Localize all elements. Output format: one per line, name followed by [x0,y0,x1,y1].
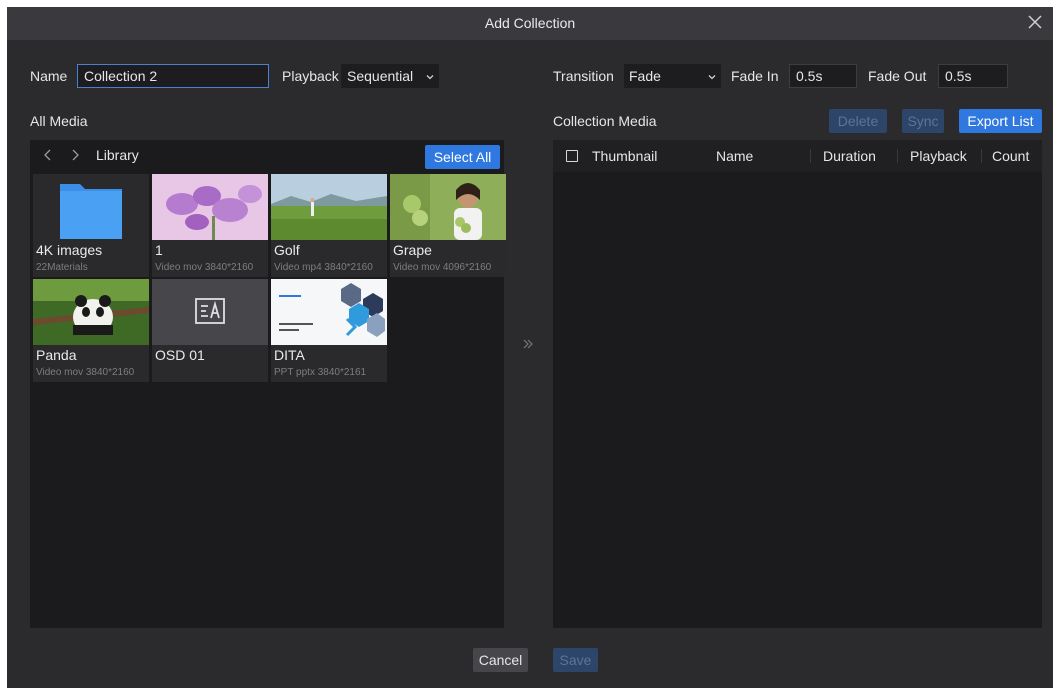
title-bar: Add Collection [7,7,1053,40]
collection-media-panel: Thumbnail Name Duration Playback Count [553,140,1042,628]
sync-button[interactable]: Sync [902,109,944,133]
golf-thumbnail [271,174,387,240]
media-item-name: DITA [274,347,305,363]
column-header-duration[interactable]: Duration [823,148,876,164]
fade-out-input[interactable] [938,64,1008,88]
media-item-name: Panda [36,347,77,363]
transition-select[interactable]: Fade [624,64,721,88]
cancel-button[interactable]: Cancel [473,648,528,672]
library-header: Library Select All [30,140,504,172]
media-item-4k-images[interactable]: 4K images 22Materials [33,174,149,277]
media-item-name: 4K images [36,242,103,258]
grape-thumbnail [390,174,506,240]
close-icon[interactable] [1025,12,1045,32]
select-all-button[interactable]: Select All [425,145,500,169]
flowers-thumbnail [152,174,268,240]
playback-select-value: Sequential [347,68,414,84]
chevron-down-icon [426,75,434,80]
collection-media-heading: Collection Media [553,113,657,129]
playback-select[interactable]: Sequential [341,64,439,88]
media-item-name: 1 [155,242,163,258]
playback-label: Playback [282,68,339,84]
dita-slide-thumbnail [271,279,387,345]
transition-label: Transition [553,68,614,84]
fade-in-input[interactable] [789,64,857,88]
media-item-osd-01[interactable]: OSD 01 [152,279,268,382]
media-item-meta: 22Materials [36,262,88,273]
chevron-down-icon [708,75,716,80]
forward-arrow-icon[interactable] [67,147,83,163]
media-item-grape[interactable]: Grape Video mov 4096*2160 [390,174,506,277]
select-all-checkbox[interactable] [566,150,578,162]
back-arrow-icon[interactable] [40,147,56,163]
media-item-name: Grape [393,242,432,258]
folder-icon [33,174,149,240]
column-header-name[interactable]: Name [716,148,753,164]
all-media-panel: Library Select All 4K images 22Materials [30,140,506,628]
all-media-heading: All Media [30,113,88,129]
name-input[interactable] [77,64,269,88]
collection-table-header: Thumbnail Name Duration Playback Count [553,140,1042,172]
media-item-meta: PPT pptx 3840*2161 [274,367,367,378]
save-button[interactable]: Save [553,648,598,672]
column-divider [981,149,982,163]
delete-button[interactable]: Delete [829,109,887,133]
media-item-meta: Video mov 3840*2160 [36,367,135,378]
column-divider [897,149,898,163]
media-item-dita[interactable]: DITA PPT pptx 3840*2161 [271,279,387,382]
column-header-thumbnail[interactable]: Thumbnail [592,148,657,164]
media-item-meta: Video mp4 3840*2160 [274,262,373,273]
media-item-name: Golf [274,242,300,258]
media-item-1[interactable]: 1 Video mov 3840*2160 [152,174,268,277]
osd-text-icon [152,279,268,345]
column-divider [810,149,811,163]
dialog-title: Add Collection [484,15,576,31]
column-header-count[interactable]: Count [992,148,1029,164]
fade-in-label: Fade In [731,68,779,84]
panda-thumbnail [33,279,149,345]
media-item-name: OSD 01 [155,347,205,363]
fade-out-label: Fade Out [868,68,927,84]
column-header-playback[interactable]: Playback [910,148,967,164]
media-item-golf[interactable]: Golf Video mp4 3840*2160 [271,174,387,277]
export-list-button[interactable]: Export List [959,109,1042,133]
media-item-meta: Video mov 4096*2160 [393,262,492,273]
add-to-collection-icon[interactable] [521,337,535,351]
transition-select-value: Fade [629,68,661,84]
name-label: Name [30,68,68,84]
media-item-panda[interactable]: Panda Video mov 3840*2160 [33,279,149,382]
media-item-meta: Video mov 3840*2160 [155,262,254,273]
breadcrumb-library[interactable]: Library [96,147,139,163]
add-collection-dialog: Add Collection Name Playback Sequential … [7,7,1053,688]
